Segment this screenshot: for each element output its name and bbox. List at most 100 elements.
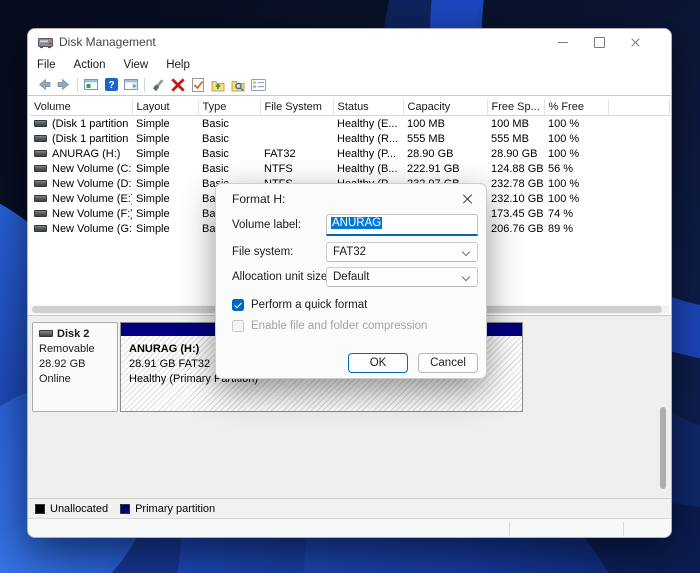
console-tree-icon bbox=[84, 79, 98, 90]
disk-descriptor[interactable]: Disk 2 Removable 28.92 GB Online bbox=[32, 322, 118, 412]
folder-up-icon bbox=[211, 80, 225, 91]
column-header-pct-free[interactable]: % Free bbox=[544, 99, 609, 116]
close-icon bbox=[630, 37, 641, 48]
volume-label-label: Volume label: bbox=[232, 219, 302, 231]
disk-management-icon bbox=[38, 36, 53, 49]
table-header-row: Volume Layout Type File System Status Ca… bbox=[30, 99, 670, 116]
delete-icon bbox=[171, 77, 185, 92]
allocation-unit-label: Allocation unit size: bbox=[232, 271, 331, 283]
toolbar-separator bbox=[144, 77, 145, 92]
disk-status: Online bbox=[39, 373, 71, 385]
legend-bar: Unallocated Primary partition bbox=[28, 498, 671, 518]
folder-search-icon bbox=[231, 80, 245, 91]
column-header-free-space[interactable]: Free Sp... bbox=[487, 99, 545, 116]
window-title: Disk Management bbox=[59, 35, 156, 49]
volume-row[interactable]: New Volume (C:) Simple Basic NTFS Healthy … bbox=[30, 161, 669, 176]
volume-icon bbox=[34, 194, 47, 202]
volume-icon bbox=[34, 179, 47, 187]
quick-format-option[interactable]: Perform a quick format bbox=[232, 299, 367, 311]
help-button[interactable]: ? bbox=[101, 76, 121, 94]
volume-icon bbox=[34, 164, 47, 172]
file-system-value: FAT32 bbox=[333, 246, 367, 258]
show-action-pane-button[interactable] bbox=[121, 76, 141, 94]
tool-button[interactable] bbox=[148, 76, 168, 94]
status-separator bbox=[509, 522, 510, 536]
action-pane-icon bbox=[124, 79, 138, 90]
disk-type: Removable bbox=[39, 343, 95, 355]
chevron-down-icon bbox=[461, 247, 471, 257]
volume-icon bbox=[34, 134, 47, 142]
ok-button[interactable]: OK bbox=[348, 353, 408, 373]
disk-size: 28.92 GB bbox=[39, 358, 86, 370]
legend-primary-partition: Primary partition bbox=[120, 503, 215, 515]
column-header-volume[interactable]: Volume bbox=[30, 99, 133, 116]
compression-option: Enable file and folder compression bbox=[232, 320, 427, 332]
volume-label-input[interactable]: ANURAG bbox=[326, 214, 478, 236]
file-system-label: File system: bbox=[232, 246, 294, 258]
delete-volume-button[interactable] bbox=[168, 76, 188, 94]
disk-icon bbox=[39, 330, 53, 338]
show-console-tree-button[interactable] bbox=[81, 76, 101, 94]
menu-file[interactable]: File bbox=[28, 59, 65, 71]
minimize-button[interactable] bbox=[545, 29, 581, 55]
maximize-icon bbox=[593, 36, 605, 48]
column-header-empty bbox=[608, 99, 670, 116]
dialog-title: Format H: bbox=[232, 192, 286, 206]
chevron-down-icon bbox=[461, 272, 471, 282]
file-system-select[interactable]: FAT32 bbox=[326, 242, 478, 262]
menu-view[interactable]: View bbox=[115, 59, 158, 71]
check-document-icon bbox=[192, 77, 204, 92]
column-header-type[interactable]: Type bbox=[198, 99, 261, 116]
legend-unallocated: Unallocated bbox=[35, 503, 108, 515]
minimize-icon bbox=[558, 41, 568, 43]
details-view-button[interactable] bbox=[248, 76, 268, 94]
compression-label: Enable file and folder compression bbox=[251, 320, 428, 332]
back-button[interactable] bbox=[34, 76, 54, 94]
volume-icon bbox=[34, 119, 47, 127]
svg-text:?: ? bbox=[108, 80, 114, 91]
volume-row[interactable]: (Disk 1 partition 1) SimpleBasic Healthy… bbox=[30, 116, 669, 132]
forward-icon bbox=[57, 78, 70, 91]
column-header-status[interactable]: Status bbox=[333, 99, 404, 116]
desktop: Disk Management File Action View Help ? … bbox=[0, 0, 700, 573]
maximize-button[interactable] bbox=[581, 29, 617, 55]
menu-bar: File Action View Help bbox=[28, 55, 671, 74]
dialog-close-button[interactable] bbox=[460, 192, 474, 206]
status-bar bbox=[28, 518, 671, 537]
format-dialog: Format H: Volume label: ANURAG File syst… bbox=[215, 183, 487, 379]
back-icon bbox=[38, 78, 51, 91]
toolbar: ? bbox=[28, 74, 671, 96]
cancel-button[interactable]: Cancel bbox=[418, 353, 478, 373]
title-bar: Disk Management bbox=[28, 29, 671, 55]
menu-action[interactable]: Action bbox=[65, 59, 115, 71]
volume-icon bbox=[34, 149, 47, 157]
folder-up-button[interactable] bbox=[208, 76, 228, 94]
volume-row[interactable]: (Disk 1 partition 4) SimpleBasic Healthy… bbox=[30, 131, 669, 146]
toolbar-separator bbox=[77, 77, 78, 92]
column-header-file-system[interactable]: File System bbox=[260, 99, 334, 116]
vertical-scrollbar[interactable] bbox=[659, 316, 667, 499]
column-header-layout[interactable]: Layout bbox=[132, 99, 199, 116]
volume-icon bbox=[34, 224, 47, 232]
details-view-icon bbox=[250, 78, 266, 91]
screwdriver-icon bbox=[153, 78, 164, 91]
quick-format-checkbox[interactable] bbox=[232, 299, 244, 311]
compression-checkbox bbox=[232, 320, 244, 332]
close-button[interactable] bbox=[617, 29, 653, 55]
folder-explore-button[interactable] bbox=[228, 76, 248, 94]
primary-partition-swatch bbox=[120, 503, 131, 514]
allocation-unit-select[interactable]: Default bbox=[326, 267, 478, 287]
vertical-scrollbar-thumb[interactable] bbox=[660, 407, 666, 489]
check-document-button[interactable] bbox=[188, 76, 208, 94]
menu-help[interactable]: Help bbox=[157, 59, 199, 71]
column-header-capacity[interactable]: Capacity bbox=[403, 99, 488, 116]
status-separator bbox=[623, 522, 624, 536]
help-icon: ? bbox=[104, 78, 118, 91]
unallocated-swatch bbox=[35, 503, 45, 514]
disk-name: Disk 2 bbox=[57, 328, 90, 340]
volume-row[interactable]: ANURAG (H:) Simple Basic FAT32 Healthy (P.… bbox=[30, 146, 669, 161]
volume-label-value: ANURAG bbox=[331, 217, 383, 229]
forward-button[interactable] bbox=[54, 76, 74, 94]
volume-icon bbox=[34, 209, 47, 217]
quick-format-label: Perform a quick format bbox=[251, 299, 368, 311]
